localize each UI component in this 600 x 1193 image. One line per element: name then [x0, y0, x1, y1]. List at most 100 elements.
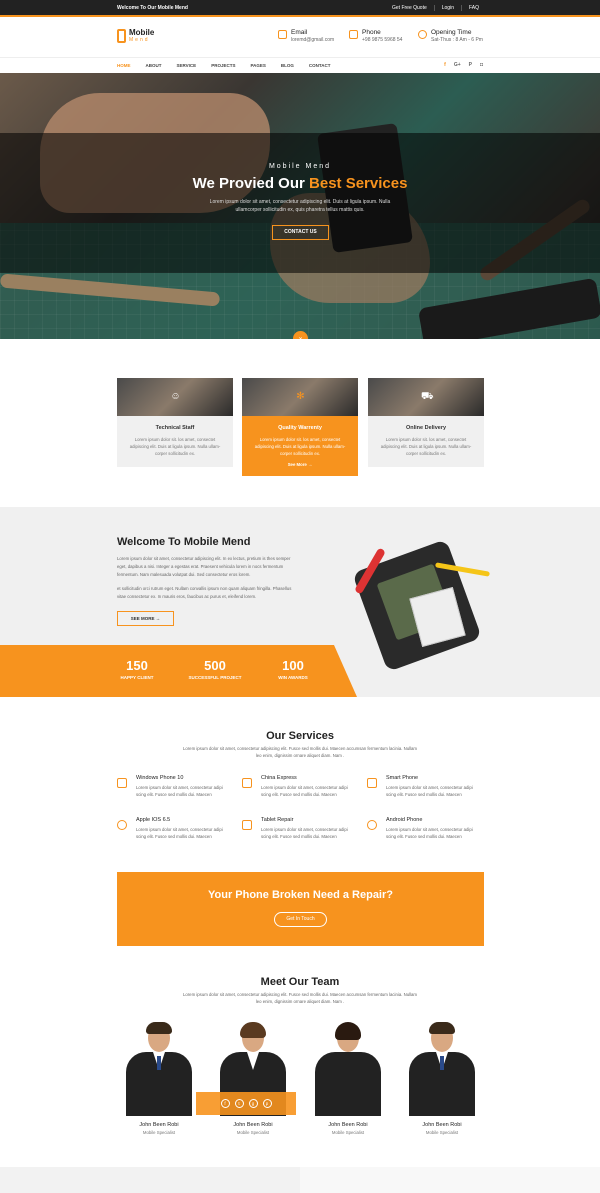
clock-icon — [418, 30, 427, 39]
pinterest-icon[interactable]: p — [262, 1099, 272, 1108]
get-in-touch-button[interactable]: Get In Touch — [274, 912, 327, 927]
repair-title: Your Phone Broken Need a Repair? — [207, 889, 393, 901]
member-role: Mobile Specialist — [425, 1130, 459, 1135]
nav-blog[interactable]: BLOG — [281, 63, 294, 68]
nav-service[interactable]: SERVICE — [177, 63, 197, 68]
member-role: Mobile Specialist — [331, 1130, 365, 1135]
see-more-button[interactable]: SEE MORE → — [117, 611, 174, 626]
nav-about[interactable]: ABOUT — [146, 63, 162, 68]
service-title: Android Phone — [386, 817, 423, 823]
footer-strip — [0, 1167, 600, 1193]
phone-icon — [349, 30, 358, 39]
welcome-section: Welcome To Mobile Mend Lorem ipsum dolor… — [0, 507, 600, 697]
faq-link[interactable]: FAQ — [460, 5, 486, 11]
get-quote-link[interactable]: Get Free Quote — [385, 5, 434, 11]
phone-info: Phone +98 9875 5968 54 — [349, 29, 402, 43]
service-text: Lorem ipsum dolor sit amet, consectetur … — [136, 827, 223, 839]
service-title: China Express — [261, 775, 297, 781]
nav-pages[interactable]: PAGES — [250, 63, 265, 68]
stat-number: 100 — [282, 658, 304, 673]
header: Mobile Mend Email loremd@gmail.com Phone +… — [0, 17, 600, 57]
pinterest-icon[interactable]: P — [469, 62, 472, 68]
member-name: John Been Robi — [328, 1122, 368, 1128]
phone-label: Phone — [362, 29, 381, 36]
services-description: Lorem ipsum dolor sit amet, consectetur … — [182, 746, 418, 758]
member-role: Mobile Specialist — [236, 1130, 270, 1135]
feature-text: Lorem ipsum dolor sit. los amet, consect… — [254, 437, 346, 456]
stat-number: 500 — [204, 658, 226, 673]
stats-band: 150 HAPPY CLIENT 500 SUCCESSFUL PROJECT 10… — [0, 645, 357, 697]
feature-title: Online Delivery — [405, 425, 447, 431]
team-title: Meet Our Team — [260, 976, 340, 988]
feature-cards: ☺ Technical Staff Lorem ipsum dolor sit.… — [117, 378, 484, 476]
hours-label: Opening Time — [431, 29, 472, 36]
member-photo — [313, 1020, 383, 1116]
member-name: John Been Robi — [233, 1122, 273, 1128]
feature-card[interactable]: ☺ Technical Staff Lorem ipsum dolor sit.… — [117, 378, 233, 467]
service-title: Apple IOS 6.5 — [136, 817, 171, 823]
team-section: Meet Our Team Lorem ipsum dolor sit amet… — [0, 972, 600, 1152]
welcome-title: Welcome To Mobile Mend — [117, 536, 251, 548]
service-text: Lorem ipsum dolor sit amet, consectetur … — [261, 785, 348, 797]
twitter-icon[interactable]: t — [234, 1099, 244, 1108]
facebook-icon[interactable]: f — [444, 62, 446, 68]
nav-projects[interactable]: PROJECTS — [211, 63, 235, 68]
google-plus-icon[interactable]: G+ — [454, 62, 461, 68]
facebook-icon[interactable]: f — [220, 1099, 230, 1108]
service-text: Lorem ipsum dolor sit amet, consectetur … — [136, 785, 223, 797]
phone-logo-icon — [117, 28, 126, 43]
main-nav: HOME ABOUT SERVICE PROJECTS PAGES BLOG C… — [0, 57, 600, 73]
hero-title-main: We Provied Our — [192, 175, 305, 192]
mail-icon — [278, 30, 287, 39]
team-member[interactable]: John Been Robi Mobile Specialist — [308, 1020, 388, 1135]
cart-icon: ⛟ — [421, 391, 434, 402]
team-member[interactable]: John Been Robi Mobile Specialist — [119, 1020, 199, 1135]
logo-title: Mobile — [129, 28, 155, 37]
team-member[interactable]: John Been Robi Mobile Specialist — [402, 1020, 482, 1135]
team-member[interactable]: f t g p John Been Robi Mobile Specialist — [196, 1020, 296, 1135]
scroll-down-icon[interactable]: ⌄ — [293, 331, 308, 339]
member-name: John Been Robi — [139, 1122, 179, 1128]
google-icon[interactable]: g — [248, 1099, 258, 1108]
service-title: Windows Phone 10 — [136, 775, 184, 781]
hours-value: Sat-Thus : 8 Am - 6 Pm — [431, 37, 483, 43]
feature-title: Quality Warrenty — [278, 425, 322, 431]
email-label: Email — [291, 29, 308, 36]
member-social-bar: f t g p — [196, 1092, 296, 1115]
instagram-icon[interactable]: ◘ — [480, 62, 483, 68]
apple-icon — [117, 820, 127, 830]
stat-item: 150 HAPPY CLIENT — [102, 659, 172, 681]
email-info: Email loremd@gmail.com — [278, 29, 334, 43]
welcome-paragraph: et sollicitudin orci rutrum eget. Nullam… — [117, 586, 292, 599]
welcome-paragraph: Lorem ipsum dolor sit amet, consectetur … — [117, 556, 291, 577]
tablet-icon — [242, 820, 252, 830]
hero-banner: Mobile Mend We Provied Our Best Services… — [0, 73, 600, 339]
member-photo — [124, 1020, 194, 1116]
phone-value: +98 9875 5968 54 — [362, 37, 403, 43]
service-text: Lorem ipsum dolor sit amet, consectetur … — [261, 827, 348, 839]
feature-card[interactable]: ⛟ Online Delivery Lorem ipsum dolor sit.… — [368, 378, 484, 467]
warranty-icon: ✻ — [296, 391, 305, 402]
services-section: Our Services Lorem ipsum dolor sit amet,… — [0, 728, 600, 868]
feature-text: Lorem ipsum dolor sit. los amet, consect… — [129, 437, 221, 456]
see-more-link[interactable]: See More → — [242, 462, 358, 467]
service-text: Lorem ipsum dolor sit amet, consectetur … — [386, 785, 473, 797]
feature-card-active[interactable]: ✻ Quality Warrenty Lorem ipsum dolor sit… — [242, 378, 358, 476]
services-title: Our Services — [266, 730, 334, 742]
member-name: John Been Robi — [422, 1122, 462, 1128]
service-text: Lorem ipsum dolor sit amet, consectetur … — [386, 827, 473, 839]
login-link[interactable]: Login — [433, 5, 461, 11]
hero-description: Lorem ipsum dolor sit amet, consectetur … — [209, 199, 391, 213]
member-photo — [407, 1020, 477, 1116]
stat-label: SUCCESSFUL PROJECT — [188, 675, 242, 680]
team-description: Lorem ipsum dolor sit amet, consectetur … — [182, 992, 418, 1004]
hero-subtitle: Mobile Mend — [268, 163, 332, 170]
nav-home[interactable]: HOME — [117, 63, 131, 68]
logo[interactable]: Mobile Mend — [117, 28, 154, 43]
nav-contact[interactable]: CONTACT — [309, 63, 331, 68]
member-role: Mobile Specialist — [142, 1130, 176, 1135]
email-value: loremd@gmail.com — [291, 37, 335, 43]
contact-us-button[interactable]: CONTACT US — [272, 225, 329, 240]
stat-item: 500 SUCCESSFUL PROJECT — [180, 658, 250, 681]
hero-title-highlight: Best Services — [309, 175, 408, 192]
